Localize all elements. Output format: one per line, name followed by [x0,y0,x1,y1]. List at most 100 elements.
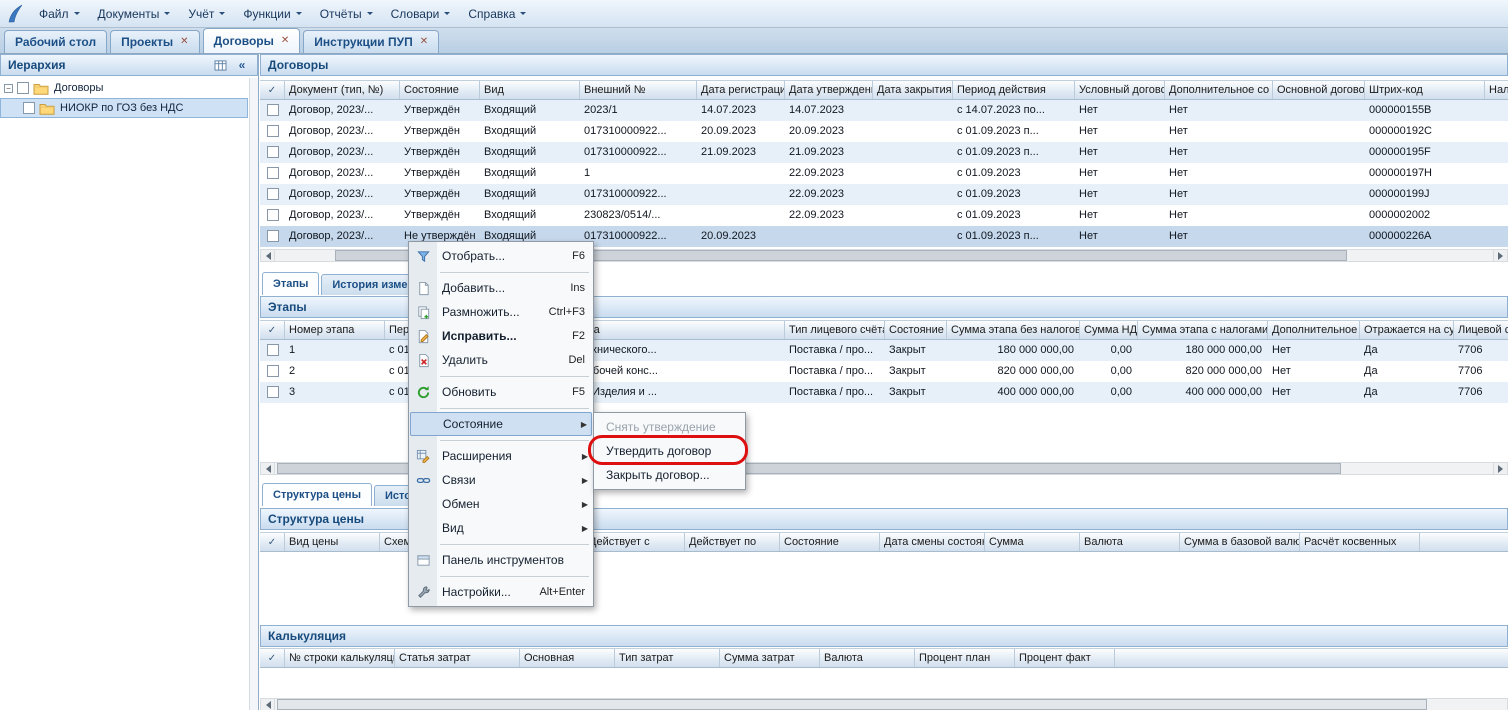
row-checkbox[interactable] [267,104,279,116]
main-tab-1[interactable]: Проекты✕ [110,30,199,53]
collapse-panel-icon[interactable]: « [234,58,250,72]
scrollbar-thumb[interactable] [277,699,1427,710]
column-header-7[interactable]: Дата закрытия [873,81,953,99]
context-menu-item-7[interactable]: Расширения▶ [410,444,592,468]
context-menu-item-8[interactable]: Связи▶ [410,468,592,492]
context-menu-item-0[interactable]: Отобрать...F6 [410,244,592,268]
table-row[interactable]: Договор, 2023/...УтверждёнВходящий122.09… [260,163,1508,184]
context-menu-item-5[interactable]: ОбновитьF5 [410,380,592,404]
column-header-6[interactable]: Сумма этапа без налогов [947,321,1080,339]
column-header-5[interactable]: Дата регистрации [697,81,785,99]
tree-checkbox[interactable] [17,82,29,94]
column-header-1[interactable]: № строки калькуляции [285,649,395,667]
tree-expander-icon[interactable]: − [4,84,13,93]
column-header-9[interactable]: Дополнительное со [1268,321,1360,339]
column-header-8[interactable]: Валюта [1080,533,1180,551]
submenu-item-2[interactable]: Закрыть договор... [595,463,744,487]
row-checkbox[interactable] [267,386,279,398]
context-menu-item-9[interactable]: Обмен▶ [410,492,592,516]
grid-view-icon[interactable] [212,58,228,72]
main-tab-3[interactable]: Инструкции ПУП✕ [303,30,439,53]
stages-tab-0[interactable]: Этапы [262,272,319,295]
column-header-11[interactable]: Основной договор [1273,81,1365,99]
row-checkbox[interactable] [267,365,279,377]
context-menu-item-4[interactable]: УдалитьDel [410,348,592,372]
menubar-item-2[interactable]: Учёт [179,3,234,25]
calculation-hscrollbar[interactable] [260,698,1508,710]
column-header-4[interactable]: Действует по [685,533,780,551]
context-menu-item-10[interactable]: Вид▶ [410,516,592,540]
row-checkbox[interactable] [267,188,279,200]
column-header-6[interactable]: Дата смены состояния [880,533,985,551]
menubar-item-6[interactable]: Справка [459,3,535,25]
row-checkbox[interactable] [267,344,279,356]
context-menu-item-3[interactable]: Исправить...F2 [410,324,592,348]
menubar-item-3[interactable]: Функции [234,3,310,25]
column-header-2[interactable]: Состояние [400,81,480,99]
column-header-1[interactable]: Документ (тип, №) [285,81,400,99]
column-header-5[interactable]: Состояние [885,321,947,339]
column-header-0[interactable]: ✓ [260,321,285,339]
row-checkbox[interactable] [267,230,279,242]
table-row[interactable]: Договор, 2023/...УтверждёнВходящий2023/1… [260,100,1508,121]
column-header-7[interactable]: Сумма НДС этапа [1080,321,1138,339]
main-tab-0[interactable]: Рабочий стол [4,30,107,53]
context-menu-item-1[interactable]: Добавить...Ins [410,276,592,300]
column-header-11[interactable]: Лицевой счёт [1454,321,1508,339]
column-header-9[interactable]: Условный договор [1075,81,1165,99]
column-header-10[interactable]: Дополнительное со [1165,81,1273,99]
table-row[interactable]: Договор, 2023/...УтверждёнВходящий017310… [260,121,1508,142]
context-menu-item-2[interactable]: Размножить...Ctrl+F3 [410,300,592,324]
close-tab-icon[interactable]: ✕ [420,37,428,47]
table-row[interactable]: Договор, 2023/...УтверждёнВходящий017310… [260,184,1508,205]
menubar-item-0[interactable]: Файл [30,3,89,25]
column-header-13[interactable]: Налог [1485,81,1508,99]
column-header-1[interactable]: Вид цены [285,533,380,551]
price-tab-0[interactable]: Структура цены [262,483,372,506]
row-checkbox[interactable] [267,146,279,158]
tree-node-1[interactable]: НИОКР по ГОЗ без НДС [0,98,248,118]
scroll-right-button[interactable] [1493,250,1507,261]
main-tab-2[interactable]: Договоры✕ [203,28,301,53]
column-header-4[interactable]: Тип лицевого счёта [785,321,885,339]
column-header-2[interactable]: Статья затрат [395,649,520,667]
tree-checkbox[interactable] [23,102,35,114]
column-header-3[interactable]: Вид [480,81,580,99]
column-header-5[interactable]: Сумма затрат [720,649,820,667]
row-checkbox[interactable] [267,125,279,137]
column-header-0[interactable]: ✓ [260,81,285,99]
table-row[interactable]: Договор, 2023/...УтверждёнВходящий230823… [260,205,1508,226]
menubar-item-5[interactable]: Словари [382,3,460,25]
scroll-left-button[interactable] [261,463,275,474]
column-header-0[interactable]: ✓ [260,533,285,551]
context-menu-item-12[interactable]: Настройки...Alt+Enter [410,580,592,604]
column-header-0[interactable]: ✓ [260,649,285,667]
hierarchy-scrollbar[interactable] [249,78,258,710]
column-header-5[interactable]: Состояние [780,533,880,551]
column-header-7[interactable]: Сумма [985,533,1080,551]
column-header-1[interactable]: Номер этапа [285,321,385,339]
scroll-right-button[interactable] [1493,463,1507,474]
scroll-left-button[interactable] [261,699,275,710]
column-header-7[interactable]: Процент план [915,649,1015,667]
column-header-4[interactable]: Внешний № [580,81,697,99]
column-header-6[interactable]: Дата утверждения [785,81,873,99]
scroll-left-button[interactable] [261,250,275,261]
column-header-3[interactable]: Основная [520,649,615,667]
column-header-6[interactable]: Валюта [820,649,915,667]
row-checkbox[interactable] [267,167,279,179]
tree-node-0[interactable]: −Договоры [0,78,248,98]
context-menu-item-11[interactable]: Панель инструментов [410,548,592,572]
column-header-9[interactable]: Сумма в базовой валюте [1180,533,1300,551]
column-header-8[interactable]: Сумма этапа с налогами [1138,321,1268,339]
close-tab-icon[interactable]: ✕ [281,36,289,46]
column-header-8[interactable]: Процент факт [1015,649,1115,667]
menubar-item-4[interactable]: Отчёты [311,3,382,25]
column-header-12[interactable]: Штрих-код [1365,81,1485,99]
context-menu-item-6[interactable]: Состояние▶ [410,412,592,436]
column-header-10[interactable]: Отражается на сумме [1360,321,1454,339]
table-row[interactable]: Договор, 2023/...УтверждёнВходящий017310… [260,142,1508,163]
row-checkbox[interactable] [267,209,279,221]
column-header-8[interactable]: Период действия [953,81,1075,99]
submenu-item-1[interactable]: Утвердить договор [595,439,744,463]
